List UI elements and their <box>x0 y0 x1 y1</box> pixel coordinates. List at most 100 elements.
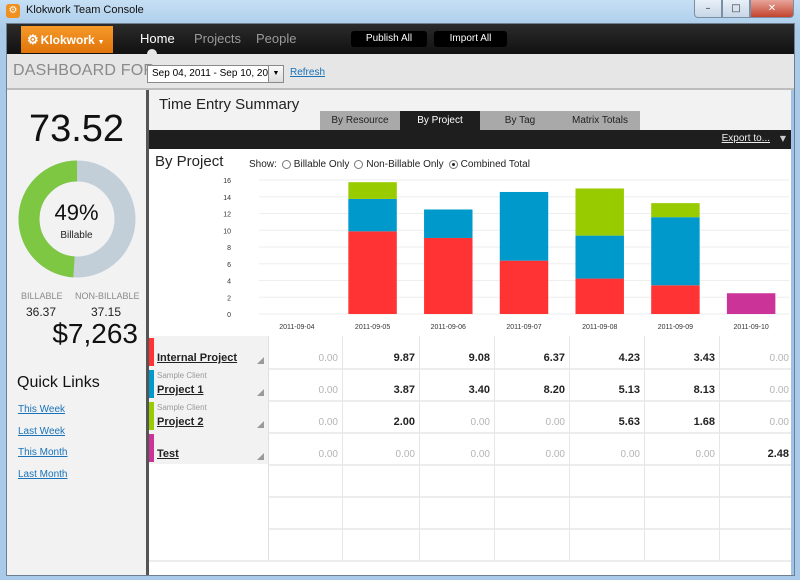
table-row <box>149 496 794 530</box>
bar-segment <box>348 198 397 232</box>
dashboard-bar: DASHBOARD FOR Sep 04, 2011 - Sep 10, 201… <box>7 54 794 90</box>
hours-cell: 9.08 <box>420 336 495 368</box>
show-filter: Show: Billable Only Non-Billable Only Co… <box>249 159 530 170</box>
project-link[interactable]: Project 1 <box>157 384 203 396</box>
publish-all-button[interactable]: Publish All <box>351 31 427 47</box>
project-link[interactable]: Internal Project <box>157 352 237 364</box>
hours-cell <box>345 528 420 560</box>
hours-cell <box>720 496 794 528</box>
quick-link-this-week[interactable]: This Week <box>18 404 65 415</box>
project-link[interactable]: Project 2 <box>157 416 203 428</box>
project-cell: Test <box>149 432 269 464</box>
hours-value: 4.23 <box>618 352 640 364</box>
hours-value: 9.08 <box>468 352 490 364</box>
billable-label: BILLABLE <box>21 291 63 301</box>
hours-value: 0.00 <box>318 449 338 460</box>
bar-segment <box>424 237 473 314</box>
hours-value: 0.00 <box>769 417 789 428</box>
hours-cell <box>720 464 794 496</box>
radio-non-billable-only[interactable]: Non-Billable Only <box>354 159 444 170</box>
hours-cell <box>345 496 420 528</box>
nav-people[interactable]: People <box>256 31 296 46</box>
tab-by-project[interactable]: By Project <box>400 111 480 130</box>
y-tick-label: 4 <box>227 279 231 286</box>
section-title: By Project <box>155 153 224 170</box>
radio-icon[interactable] <box>281 160 291 169</box>
billable-value: 36.37 <box>26 305 57 319</box>
hours-cell: 0.00 <box>720 368 794 400</box>
hours-value: 0.00 <box>769 353 789 364</box>
nav-projects[interactable]: Projects <box>194 31 241 46</box>
radio-selected-icon[interactable] <box>448 160 458 169</box>
expand-icon[interactable] <box>257 357 264 364</box>
client-name: Sample Client <box>157 403 207 412</box>
table-row: Internal Project 0.00 9.87 9.08 6.37 4.23 3.43… <box>149 336 794 370</box>
hours-cell: 0.00 <box>645 432 720 464</box>
x-tick-label: 2011-09-07 <box>506 324 541 331</box>
minimize-button[interactable]: – <box>694 0 722 18</box>
hours-cell <box>268 496 343 528</box>
hours-cell: 0.00 <box>420 432 495 464</box>
chevron-down-icon[interactable]: ▼ <box>268 66 283 82</box>
hours-cell: 0.00 <box>345 432 420 464</box>
tab-matrix-totals[interactable]: Matrix Totals <box>560 111 640 130</box>
bar-segment <box>651 217 700 286</box>
radio-icon[interactable] <box>354 160 364 169</box>
hours-value: 3.87 <box>393 384 415 396</box>
hours-value: 8.13 <box>693 384 715 396</box>
quick-link-last-month[interactable]: Last Month <box>18 469 67 480</box>
hours-cell <box>645 496 720 528</box>
export-bar: Export to... ▼ <box>149 130 794 149</box>
bar-segment <box>348 231 397 314</box>
maximize-button[interactable]: □ <box>722 0 750 18</box>
radio-combined-total[interactable]: Combined Total <box>448 159 530 170</box>
expand-icon[interactable] <box>257 453 264 460</box>
expand-icon[interactable] <box>257 421 264 428</box>
main-panel: Time Entry Summary By Resource By Projec… <box>149 90 794 575</box>
x-tick-label: 2011-09-10 <box>733 324 768 331</box>
project-link[interactable]: Test <box>157 448 179 460</box>
x-tick-label: 2011-09-06 <box>431 324 466 331</box>
bar-segment <box>651 203 700 218</box>
hours-value: 0.00 <box>769 385 789 396</box>
refresh-link[interactable]: Refresh <box>290 67 325 78</box>
hours-cell <box>720 528 794 560</box>
bar-segment <box>726 293 776 314</box>
project-color-swatch <box>149 370 154 398</box>
export-link[interactable]: Export to... <box>722 133 770 144</box>
tab-by-tag[interactable]: By Tag <box>480 111 560 130</box>
bar-segment <box>499 260 549 314</box>
chevron-down-icon[interactable]: ▼ <box>780 134 786 143</box>
summary-panel: 73.52 49% Billable BILLABLE NON-BILLABLE… <box>7 90 149 575</box>
total-hours: 73.52 <box>28 108 125 150</box>
hours-by-project-chart: 0246810121416Hours2011-09-042011-09-0520… <box>223 178 789 331</box>
y-tick-label: 6 <box>227 262 231 269</box>
title-bar: ⚙ Klokwork Team Console – □ ✕ <box>0 0 800 22</box>
table-row: Sample Client Project 1 0.00 3.87 3.40 8.20 5.… <box>149 368 794 402</box>
tab-by-resource[interactable]: By Resource <box>320 111 400 130</box>
date-range-select[interactable]: Sep 04, 2011 - Sep 10, 2011 ▼ <box>147 65 284 83</box>
radio-billable-only[interactable]: Billable Only <box>281 159 349 170</box>
hours-value: 0.00 <box>470 449 490 460</box>
import-all-button[interactable]: Import All <box>434 31 507 47</box>
hours-value: 8.20 <box>543 384 565 396</box>
hours-value: 3.43 <box>693 352 715 364</box>
quick-link-last-week[interactable]: Last Week <box>18 426 65 437</box>
y-tick-label: 8 <box>227 245 231 252</box>
hours-cell: 0.00 <box>268 368 343 400</box>
radio-label: Combined Total <box>460 159 530 170</box>
y-tick-label: 2 <box>227 295 231 302</box>
brand-menu-button[interactable]: ⚙ Klokwork ▼ <box>21 26 113 53</box>
bar-segment <box>499 191 549 261</box>
hours-cell <box>645 528 720 560</box>
table-row: Test 0.00 0.00 0.00 0.00 0.00 0.00 2.48 <box>149 432 794 466</box>
quick-link-this-month[interactable]: This Month <box>18 447 67 458</box>
nav-home[interactable]: Home <box>140 31 175 46</box>
hours-cell: 8.20 <box>495 368 570 400</box>
billable-amount: $7,263 <box>52 318 138 349</box>
expand-icon[interactable] <box>257 389 264 396</box>
app-icon: ⚙ <box>6 4 20 18</box>
hours-value: 5.13 <box>618 384 640 396</box>
project-cell: Internal Project <box>149 336 269 368</box>
close-button[interactable]: ✕ <box>750 0 794 18</box>
